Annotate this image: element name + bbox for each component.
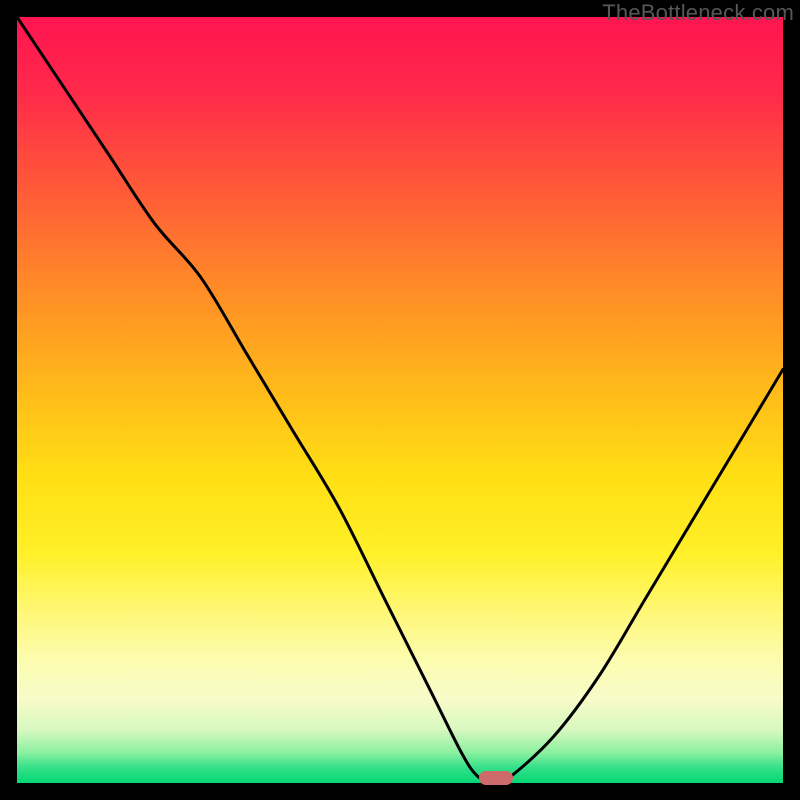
chart-plot-area (17, 17, 783, 783)
watermark-text: TheBottleneck.com (602, 0, 794, 26)
bottleneck-curve (17, 17, 783, 783)
optimal-marker (479, 771, 513, 785)
chart-frame: TheBottleneck.com (0, 0, 800, 800)
curve-path (17, 17, 783, 783)
